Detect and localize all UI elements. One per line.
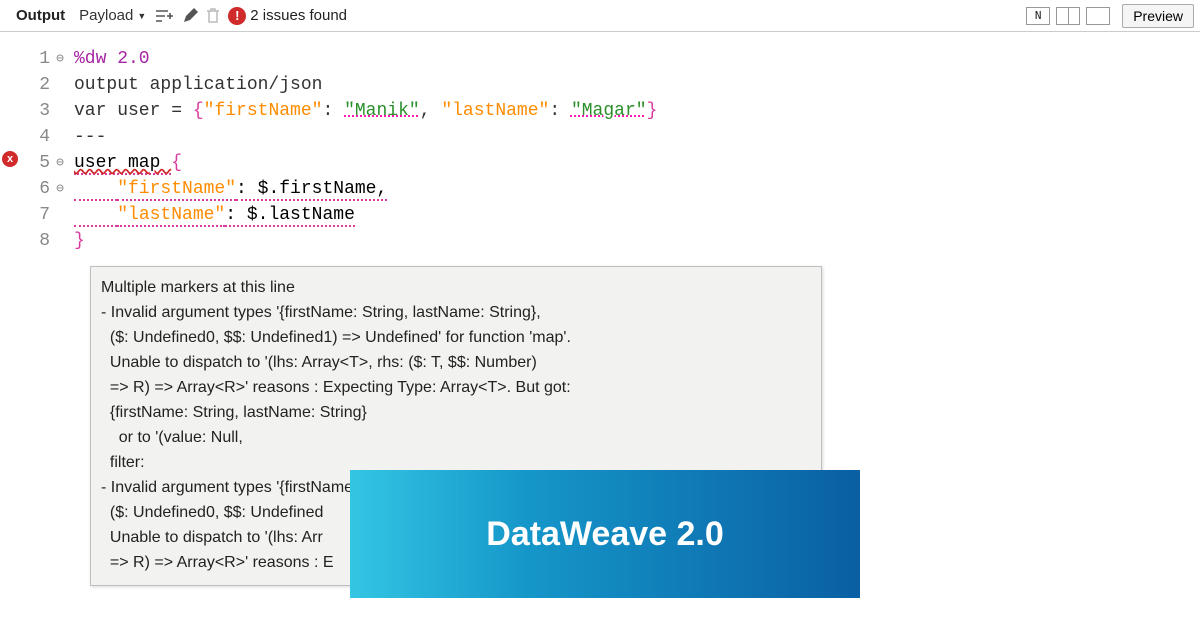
gutter-error-marker[interactable]: x [2,151,18,167]
code-line[interactable]: 2 output application/json [18,72,657,98]
tooltip-line: - Invalid argument types '{firstName: St… [101,300,811,325]
line-number: 2 [18,72,52,98]
tooltip-line: => R) => Array<R>' reasons : Expecting T… [101,375,811,400]
tooltip-line: ($: Undefined0, $$: Undefined1) => Undef… [101,325,811,350]
preview-button[interactable]: Preview [1122,4,1194,28]
toolbar: Output Payload ▼ ! 2 issues found N Prev… [0,0,1200,32]
chevron-down-icon: ▼ [137,11,146,21]
code-text: var user = {"firstName": "Manik", "lastN… [68,98,657,124]
payload-dropdown-label: Payload [79,7,133,24]
payload-dropdown[interactable]: Payload ▼ [73,3,152,28]
code-line[interactable]: 1⊖%dw 2.0 [18,46,657,72]
fold-toggle[interactable]: ⊖ [52,46,68,72]
line-number: 8 [18,228,52,254]
code-line[interactable]: 3 var user = {"firstName": "Manik", "last… [18,98,657,124]
line-number: 1 [18,46,52,72]
code-text: } [68,228,85,254]
fold-toggle[interactable]: ⊖ [52,150,68,176]
fold-toggle [52,202,68,228]
code-line[interactable]: 7 "lastName": $.lastName [18,202,657,228]
fold-toggle [52,98,68,124]
code-text: user map { [68,150,182,176]
fold-toggle [52,228,68,254]
line-number: 6 [18,176,52,202]
tooltip-line: {firstName: String, lastName: String} [101,400,811,425]
view-mode-n-icon[interactable]: N [1026,7,1050,25]
tooltip-line: or to '(value: Null, [101,425,811,450]
code-line[interactable]: 8} [18,228,657,254]
view-mode-split-icon[interactable] [1056,7,1080,25]
edit-icon[interactable] [178,6,202,26]
line-number: 3 [18,98,52,124]
code-text: output application/json [68,72,322,98]
line-number: 5 [18,150,52,176]
code-text: --- [68,124,106,150]
view-mode-full-icon[interactable] [1086,7,1110,25]
dataweave-banner: DataWeave 2.0 [350,470,860,598]
issues-count-text: 2 issues found [250,7,347,24]
fold-toggle[interactable]: ⊖ [52,176,68,202]
trash-icon[interactable] [202,6,224,26]
line-number: 7 [18,202,52,228]
tooltip-header: Multiple markers at this line [101,275,811,300]
code-line[interactable]: 5⊖user map { [18,150,657,176]
tab-output[interactable]: Output [8,3,73,28]
code-text: "firstName": $.firstName, [68,176,387,202]
code-line[interactable]: 4 --- [18,124,657,150]
code-text: "lastName": $.lastName [68,202,355,228]
code-text: %dw 2.0 [68,46,150,72]
tooltip-line: Unable to dispatch to '(lhs: Array<T>, r… [101,350,811,375]
error-icon: ! [228,7,246,25]
add-filter-icon[interactable] [152,7,178,25]
line-number: 4 [18,124,52,150]
fold-toggle [52,124,68,150]
code-line[interactable]: 6⊖ "firstName": $.firstName, [18,176,657,202]
fold-toggle [52,72,68,98]
issues-indicator[interactable]: ! 2 issues found [228,7,347,25]
code-editor[interactable]: x 1⊖%dw 2.02output application/json3var … [0,32,1200,254]
